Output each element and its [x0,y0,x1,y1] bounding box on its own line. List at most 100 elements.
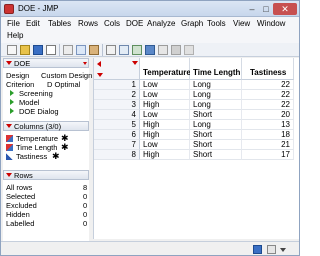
table-cell[interactable]: Long [190,90,242,100]
table-cell[interactable]: Short [190,150,242,160]
copy-icon[interactable] [76,45,86,55]
script-doe-dialog[interactable]: DOE Dialog [19,107,59,116]
filter-icon[interactable] [158,45,168,55]
journal-icon[interactable] [46,45,56,55]
columns-menu-icon[interactable] [132,61,138,65]
home-icon[interactable] [253,245,262,254]
rows-labelled-value: 0 [83,219,88,228]
table-cell[interactable]: 17 [242,150,294,160]
table-cell[interactable]: Long [190,80,242,90]
menu-file[interactable]: File [7,18,20,30]
menu-rows[interactable]: Rows [78,18,98,30]
menu-graph[interactable]: Graph [181,18,203,30]
table-cell[interactable]: High [140,120,190,130]
row-number[interactable]: 6 [94,130,140,140]
select-all-icon[interactable] [97,61,101,67]
table-cell[interactable]: Low [140,140,190,150]
close-icon[interactable]: ✕ [273,3,297,15]
column-temperature[interactable]: Temperature [16,134,58,143]
jmp-window: DOE - JMP – □ ✕ File Edit Tables Rows Co… [0,0,300,256]
row-number[interactable]: 8 [94,150,140,160]
columns-panel-header[interactable]: Columns (3/0) [3,121,89,131]
menu-help[interactable]: Help [7,30,23,42]
rows-all-label: All rows [6,183,33,192]
script-icon[interactable] [9,99,15,105]
tools-icon[interactable] [184,45,194,55]
menu-analyze[interactable]: Analyze [147,18,175,30]
menu-window[interactable]: Window [257,18,285,30]
table-cell[interactable]: 22 [242,100,294,110]
row-number[interactable]: 5 [94,120,140,130]
new-table-icon[interactable] [7,45,17,55]
column-tastiness[interactable]: Tastiness [16,152,47,161]
toolbar-separator [102,44,103,56]
menu-cols[interactable]: Cols [104,18,120,30]
table-cell[interactable]: Long [190,100,242,110]
grid-icon[interactable] [132,45,142,55]
left-panel: DOE Design Custom Design Criterion D Opt… [3,58,92,250]
rows-panel-title: Rows [14,171,33,180]
menu-view[interactable]: View [233,18,250,30]
row-number[interactable]: 4 [94,110,140,120]
script-icon[interactable] [9,108,15,114]
table-cell[interactable]: High [140,100,190,110]
table-cell[interactable]: 13 [242,120,294,130]
column-nominal-icon [6,144,13,151]
collapse-triangle-icon[interactable] [6,124,12,128]
data-view-icon[interactable] [145,45,155,55]
table-panel-menu-icon[interactable] [83,62,87,65]
menu-tables[interactable]: Tables [48,18,71,30]
column-header-label: Time Length [193,68,241,77]
table-cell[interactable]: 20 [242,110,294,120]
table-cell[interactable]: High [140,130,190,140]
script-icon[interactable] [9,90,15,96]
table-cell[interactable]: 21 [242,140,294,150]
table-cell[interactable]: 18 [242,130,294,140]
table-cell[interactable]: Short [190,110,242,120]
script-editor-icon[interactable] [171,45,181,55]
script-model[interactable]: Model [19,98,39,107]
open-icon[interactable] [20,45,30,55]
paste-icon[interactable] [89,45,99,55]
row-number[interactable]: 2 [94,90,140,100]
collapse-triangle-icon[interactable] [6,61,12,65]
status-bar [1,241,299,255]
menu-tools[interactable]: Tools [207,18,226,30]
column-header-temperature[interactable]: Temperature [140,58,191,80]
menu-doe[interactable]: DOE [126,18,143,30]
collapse-triangle-icon[interactable] [6,173,12,177]
column-header-label: Tastiness [250,68,287,77]
columns-panel-title: Columns (3/0) [14,122,62,131]
cut-icon[interactable] [63,45,73,55]
criterion-label: Criterion [6,80,35,89]
table-cell[interactable]: 22 [242,80,294,90]
table-cell[interactable]: Low [140,80,190,90]
window-list-icon[interactable] [267,245,276,254]
table-cell[interactable]: Short [190,130,242,140]
print-icon[interactable] [106,45,116,55]
table-panel-header[interactable]: DOE [3,58,89,68]
minimize-icon[interactable]: – [245,3,259,15]
table-cell[interactable]: High [140,150,190,160]
grid-corner[interactable] [94,58,140,80]
chevron-down-icon[interactable] [280,248,286,252]
table-cell[interactable]: Long [190,120,242,130]
rows-excluded-value: 0 [83,201,88,210]
save-icon[interactable] [33,45,43,55]
menu-edit[interactable]: Edit [26,18,40,30]
script-screening[interactable]: Screening [19,89,53,98]
rows-panel-header[interactable]: Rows [3,170,89,180]
column-header-tastiness[interactable]: Tastiness [242,58,294,80]
row-number[interactable]: 1 [94,80,140,90]
column-header-time-length[interactable]: Time Length [190,58,242,80]
table-cell[interactable]: Low [140,110,190,120]
table-cell[interactable]: Short [190,140,242,150]
row-number[interactable]: 7 [94,140,140,150]
column-nominal-icon [6,135,13,142]
table-cell[interactable]: 22 [242,90,294,100]
rows-menu-icon[interactable] [97,73,103,77]
row-number[interactable]: 3 [94,100,140,110]
table-cell[interactable]: Low [140,90,190,100]
table-view-icon[interactable] [119,45,129,55]
maximize-icon[interactable]: □ [259,3,273,15]
